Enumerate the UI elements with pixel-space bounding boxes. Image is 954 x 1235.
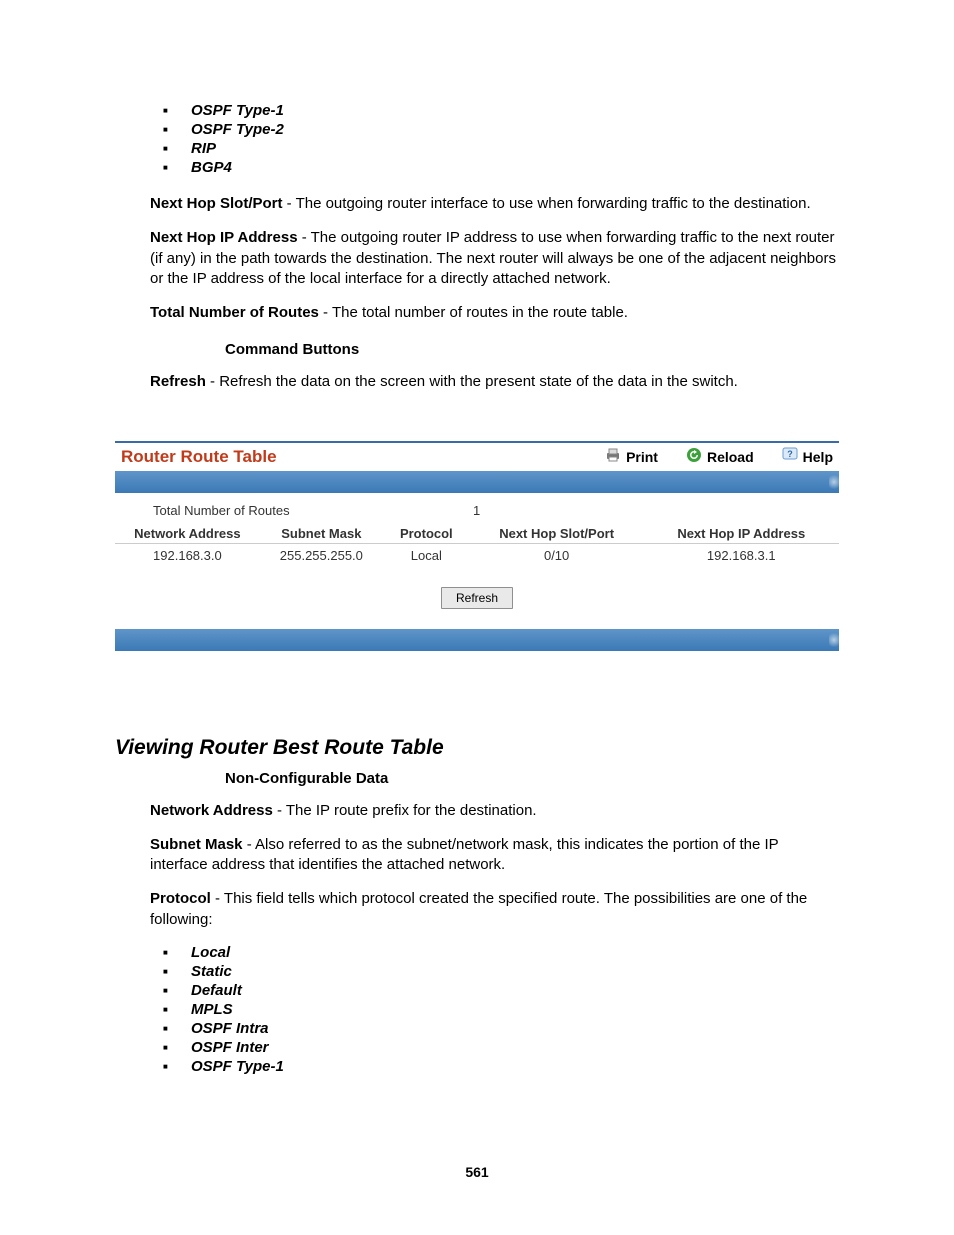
definition-subnet-mask: Subnet Mask - Also referred to as the su… [150,835,839,876]
definition-desc: - The total number of routes in the rout… [319,304,628,321]
list-item: BGP4 [163,159,839,176]
list-item: OSPF Inter [163,1039,839,1056]
section-title-best-route: Viewing Router Best Route Table [115,736,839,760]
panel-title: Router Route Table [121,447,277,467]
definition-protocol: Protocol - This field tells which protoc… [150,889,839,930]
protocol-list-top: OSPF Type-1 OSPF Type-2 RIP BGP4 [115,102,839,176]
definition-network-address: Network Address - The IP route prefix fo… [150,801,839,821]
cell-next-hop-slot-port: 0/10 [470,543,644,567]
col-subnet-mask: Subnet Mask [260,524,383,544]
table-row: 192.168.3.0 255.255.255.0 Local 0/10 192… [115,543,839,567]
non-configurable-heading: Non-Configurable Data [225,770,839,787]
definition-term: Next Hop Slot/Port [150,195,283,212]
definition-desc: - The outgoing router interface to use w… [283,195,811,212]
definition-next-hop-ip: Next Hop IP Address - The outgoing route… [150,228,839,289]
col-network-address: Network Address [115,524,260,544]
cell-subnet-mask: 255.255.255.0 [260,543,383,567]
table-header-row: Network Address Subnet Mask Protocol Nex… [115,524,839,544]
print-button[interactable]: Print [605,447,658,466]
definition-term: Refresh [150,373,206,390]
panel-accent-bar-bottom [115,629,839,651]
definition-desc: - Refresh the data on the screen with th… [206,373,738,390]
definition-term: Subnet Mask [150,836,243,853]
definition-refresh: Refresh - Refresh the data on the screen… [150,372,839,392]
col-next-hop-ip: Next Hop IP Address [644,524,840,544]
definition-desc: - The IP route prefix for the destinatio… [273,802,537,819]
list-item: OSPF Type-1 [163,1058,839,1075]
list-item: OSPF Intra [163,1020,839,1037]
cell-network-address: 192.168.3.0 [115,543,260,567]
definition-desc: - Also referred to as the subnet/network… [150,836,778,873]
definition-term: Network Address [150,802,273,819]
cell-next-hop-ip: 192.168.3.1 [644,543,840,567]
router-route-table-panel: Router Route Table Print Reload ? [115,441,839,651]
definition-total-routes: Total Number of Routes - The total numbe… [150,303,839,323]
list-item: MPLS [163,1001,839,1018]
total-routes-label: Total Number of Routes [153,503,473,518]
help-button[interactable]: ? Help [782,447,833,466]
col-next-hop-slot-port: Next Hop Slot/Port [470,524,644,544]
reload-icon [686,447,702,466]
definition-term: Next Hop IP Address [150,229,298,246]
panel-actions: Print Reload ? Help [605,447,833,466]
page-number: 561 [0,1164,954,1180]
reload-label: Reload [707,449,754,465]
panel-body: Total Number of Routes 1 Network Address… [115,493,839,629]
routes-table: Network Address Subnet Mask Protocol Nex… [115,524,839,567]
panel-accent-bar [115,471,839,493]
definition-term: Protocol [150,890,211,907]
list-item: Static [163,963,839,980]
definition-term: Total Number of Routes [150,304,319,321]
list-item: OSPF Type-2 [163,121,839,138]
protocol-list-bottom: Local Static Default MPLS OSPF Intra OSP… [115,944,839,1075]
svg-text:?: ? [787,449,793,459]
print-label: Print [626,449,658,465]
reload-button[interactable]: Reload [686,447,754,466]
list-item: OSPF Type-1 [163,102,839,119]
panel-titlebar: Router Route Table Print Reload ? [115,443,839,471]
col-protocol: Protocol [383,524,470,544]
total-routes-value: 1 [473,503,480,518]
list-item: Default [163,982,839,999]
list-item: RIP [163,140,839,157]
total-routes-row: Total Number of Routes 1 [153,503,839,518]
refresh-button[interactable]: Refresh [441,587,513,609]
cell-protocol: Local [383,543,470,567]
definition-desc: - This field tells which protocol create… [150,890,807,927]
definition-next-hop-slot-port: Next Hop Slot/Port - The outgoing router… [150,194,839,214]
list-item: Local [163,944,839,961]
command-buttons-heading: Command Buttons [225,341,839,358]
printer-icon [605,447,621,466]
help-icon: ? [782,447,798,466]
help-label: Help [803,449,833,465]
